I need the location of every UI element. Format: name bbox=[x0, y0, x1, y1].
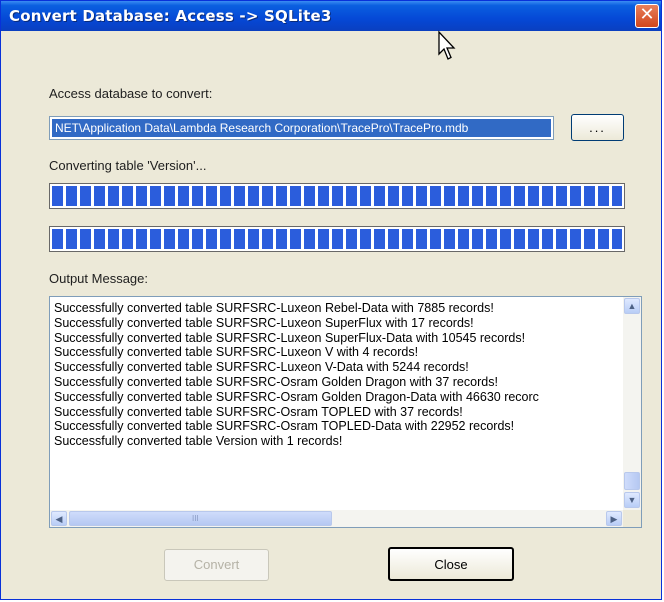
scroll-left-icon[interactable]: ◀ bbox=[51, 511, 67, 526]
window-title: Convert Database: Access -> SQLite3 bbox=[9, 7, 332, 25]
output-label: Output Message: bbox=[49, 271, 148, 286]
overall-progress-bar bbox=[49, 226, 625, 252]
database-path-value: NET\Application Data\Lambda Research Cor… bbox=[52, 119, 551, 137]
database-path-field[interactable]: NET\Application Data\Lambda Research Cor… bbox=[49, 116, 554, 140]
vertical-scrollbar[interactable]: ▲ ▼ bbox=[623, 297, 641, 510]
title-bar[interactable]: Convert Database: Access -> SQLite3 ✕ bbox=[1, 1, 661, 31]
table-progress-fill bbox=[52, 186, 622, 206]
output-message-line: Successfully converted table SURFSRC-Osr… bbox=[54, 404, 463, 419]
scroll-down-icon[interactable]: ▼ bbox=[624, 492, 640, 508]
browse-button[interactable]: ... bbox=[571, 114, 624, 141]
scroll-right-icon[interactable]: ▶ bbox=[606, 511, 622, 526]
source-label: Access database to convert: bbox=[49, 86, 213, 101]
horizontal-scrollbar[interactable]: ◀ III ▶ bbox=[50, 510, 623, 527]
scroll-up-icon[interactable]: ▲ bbox=[624, 298, 640, 314]
convert-database-dialog: Convert Database: Access -> SQLite3 ✕ Ac… bbox=[0, 0, 662, 600]
output-message-line: Successfully converted table SURFSRC-Lux… bbox=[54, 345, 419, 360]
vertical-scroll-thumb[interactable] bbox=[624, 472, 640, 490]
close-button[interactable]: Close bbox=[388, 547, 514, 581]
scrollbar-corner bbox=[623, 510, 641, 527]
status-text: Converting table 'Version'... bbox=[49, 158, 207, 173]
scroll-grip: III bbox=[192, 514, 199, 523]
output-message-line: Successfully converted table Version wit… bbox=[54, 434, 343, 449]
output-message-line: Successfully converted table SURFSRC-Lux… bbox=[54, 315, 474, 330]
output-message-box[interactable]: Successfully converted table SURFSRC-Lux… bbox=[49, 296, 642, 528]
table-progress-bar bbox=[49, 183, 625, 209]
output-message-line: Successfully converted table SURFSRC-Osr… bbox=[54, 389, 539, 404]
output-message-line: Successfully converted table SURFSRC-Lux… bbox=[54, 360, 469, 375]
window-close-button[interactable]: ✕ bbox=[635, 4, 659, 28]
horizontal-scroll-thumb[interactable]: III bbox=[69, 511, 332, 526]
overall-progress-fill bbox=[52, 229, 622, 249]
arrow-cursor-icon bbox=[438, 30, 456, 60]
output-message-line: Successfully converted table SURFSRC-Lux… bbox=[54, 301, 494, 315]
output-message-line: Successfully converted table SURFSRC-Osr… bbox=[54, 374, 498, 389]
convert-button[interactable]: Convert bbox=[164, 549, 269, 581]
output-message-line: Successfully converted table SURFSRC-Osr… bbox=[54, 419, 515, 434]
output-message-list: Successfully converted table SURFSRC-Lux… bbox=[54, 301, 619, 496]
output-message-line: Successfully converted table SURFSRC-Lux… bbox=[54, 330, 526, 345]
